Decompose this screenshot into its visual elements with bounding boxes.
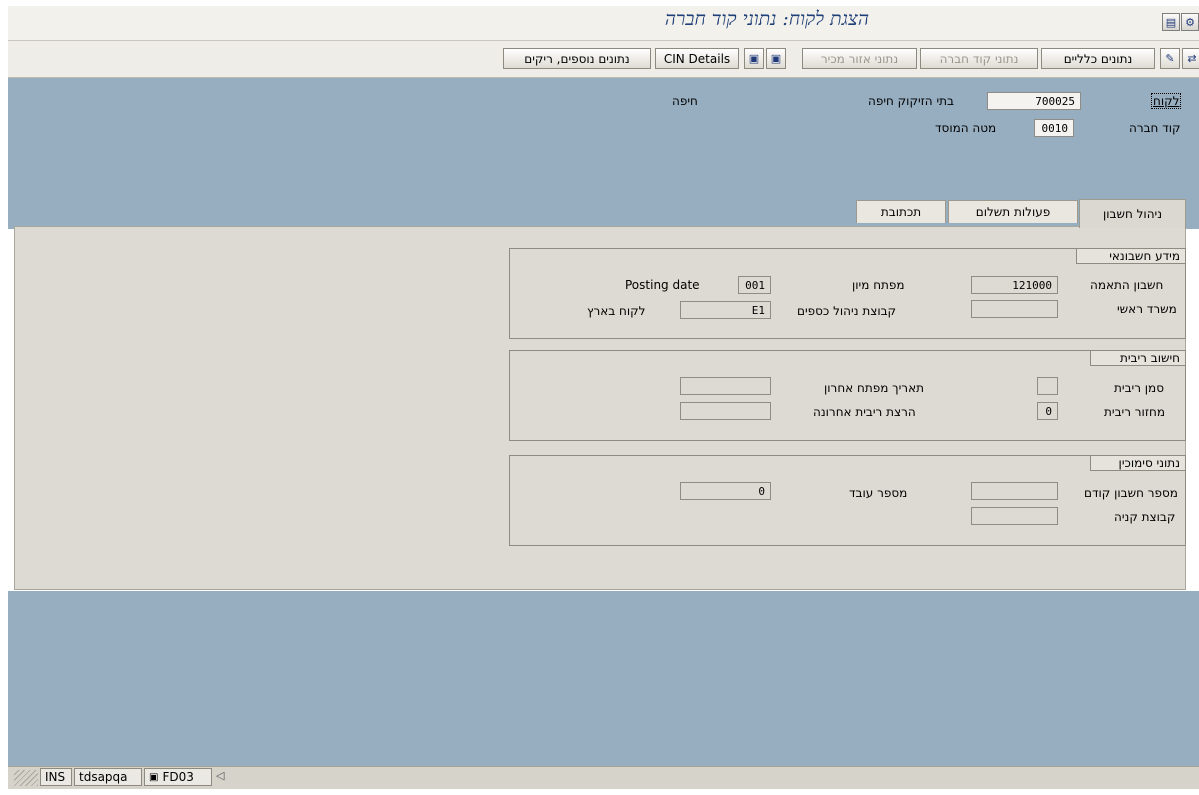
reference-data-title: נתוני סימוכין (1090, 455, 1186, 471)
previous-account-label: מספר חשבון קודם (1084, 486, 1178, 500)
previous-screen-icon[interactable]: ▣ (744, 48, 764, 69)
general-data-button[interactable]: נתונים כלליים (1041, 48, 1155, 69)
interest-indicator-label: סמן ריבית (1114, 381, 1164, 395)
customer-field[interactable]: 700025 (987, 92, 1081, 110)
company-code-data-button[interactable]: נתוני קוד חברה (920, 48, 1038, 69)
employee-number-field[interactable]: 0 (680, 482, 771, 500)
transaction-icon: ▣ (149, 771, 159, 783)
switch-display-change-icon[interactable]: ⇄ (1182, 48, 1199, 69)
company-name: מטה המוסד (935, 121, 997, 135)
interest-indicator-field[interactable] (1037, 377, 1058, 395)
company-code-field[interactable]: 0010 (1034, 119, 1074, 137)
tab-payment-transactions[interactable]: פעולות תשלום (948, 200, 1078, 223)
next-screen-icon[interactable]: ▣ (766, 48, 786, 69)
tab-account-management[interactable]: ניהול חשבון (1079, 199, 1186, 228)
last-key-date-field[interactable] (680, 377, 771, 395)
buying-group-field[interactable] (971, 507, 1058, 525)
insert-mode-indicator: INS (40, 768, 72, 786)
resize-grip-icon (14, 770, 38, 786)
company-code-label: קוד חברה (1129, 121, 1181, 135)
last-interest-run-label: הרצת ריבית אחרונה (813, 405, 916, 419)
interest-cycle-field[interactable]: 0 (1037, 402, 1058, 420)
additional-data-button[interactable]: נתונים נוספים, ריקים (503, 48, 651, 69)
interest-calculation-title: חישוב ריבית (1090, 350, 1186, 366)
customer-city: חיפה (672, 94, 698, 108)
edit-pencil-icon[interactable]: ✎ (1160, 48, 1180, 69)
customer-label: לקוח (1150, 93, 1182, 109)
sort-key-description: Posting date (625, 278, 700, 292)
sales-area-data-button[interactable]: נתוני אזור מכיר (802, 48, 917, 69)
title-bar (8, 6, 1199, 41)
lower-background (8, 591, 1199, 766)
cash-management-group-label: קבוצת ניהול כספים (797, 304, 897, 318)
last-key-date-label: תאריך מפתח אחרון (824, 381, 924, 395)
layout-menu-icon[interactable]: ▤ (1162, 13, 1180, 31)
customize-icon[interactable]: ⚙ (1181, 13, 1199, 31)
cash-management-group-description: לקוח בארץ (587, 304, 646, 318)
transaction-code[interactable]: ▣ FD03 (144, 768, 212, 786)
reference-data-group (509, 455, 1186, 546)
reconciliation-account-field[interactable]: 121000 (971, 276, 1058, 294)
employee-number-label: מספר עובד (849, 486, 908, 500)
sort-key-label: מפתח מיון (852, 278, 905, 292)
page-title: הצגת לקוח: נתוני קוד חברה (664, 8, 869, 30)
last-interest-run-field[interactable] (680, 402, 771, 420)
buying-group-label: קבוצת קניה (1114, 510, 1176, 524)
head-office-field[interactable] (971, 300, 1058, 318)
reconciliation-account-label: חשבון התאמה (1090, 278, 1164, 292)
sort-key-field[interactable]: 001 (738, 276, 771, 294)
status-collapse-icon[interactable]: ◁ (216, 769, 224, 782)
tab-correspondence[interactable]: תכתובת (856, 200, 946, 223)
interest-cycle-label: מחזור ריבית (1104, 405, 1165, 419)
accounting-info-title: מידע חשבונאי (1076, 248, 1186, 264)
server-name: tdsapqa (74, 768, 142, 786)
cash-management-group-field[interactable]: E1 (680, 301, 771, 319)
transaction-code-text: FD03 (162, 770, 194, 784)
cin-details-button[interactable]: CIN Details (655, 48, 739, 69)
head-office-label: משרד ראשי (1117, 302, 1177, 316)
customer-name: בתי הזיקוק חיפה (868, 94, 954, 108)
previous-account-field[interactable] (971, 482, 1058, 500)
interest-calculation-group (509, 350, 1186, 441)
